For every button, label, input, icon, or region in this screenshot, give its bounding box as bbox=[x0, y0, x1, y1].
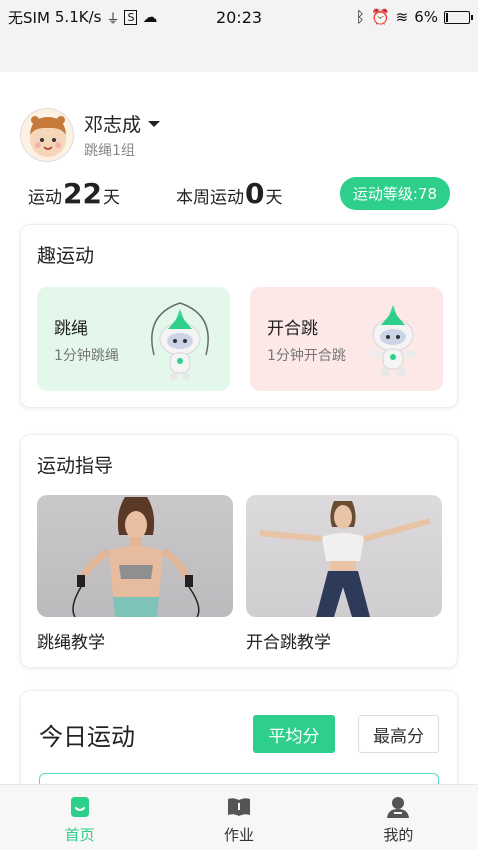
tab-homework[interactable]: 作业 bbox=[159, 785, 318, 850]
total-exercise-stat: 运动 22 天 bbox=[28, 177, 120, 210]
stats-row: 运动 22 天 本周运动 0 天 运动等级:78 bbox=[28, 176, 450, 210]
cloud-icon: ☁ bbox=[142, 8, 158, 26]
status-bar: 无SIM 5.1K/s ⏚ S ☁ 20:23 ᛒ ⏰ ≋ 6% bbox=[0, 0, 478, 34]
fun-exercise-card: 趣运动 跳绳 1分钟跳绳 开合跳 1分钟开合跳 bbox=[20, 224, 458, 408]
tab-label: 首页 bbox=[64, 826, 95, 844]
tab-mine[interactable]: 我的 bbox=[319, 785, 478, 850]
week-exercise-stat: 本周运动 0 天 bbox=[176, 177, 282, 210]
home-content: 邓志成 跳绳1组 运动 22 天 本周运动 0 天 运动等级:78 趣运动 跳绳… bbox=[0, 72, 478, 784]
exercise-guide-card: 运动指导 跳绳教学 开合跳教学 bbox=[20, 434, 458, 668]
network-speed: 5.1K/s bbox=[54, 8, 102, 26]
max-score-button[interactable]: 最高分 bbox=[358, 715, 439, 753]
chevron-down-icon[interactable] bbox=[148, 120, 161, 127]
wifi-icon: ≋ bbox=[395, 8, 409, 26]
mascot-jump-rope-icon bbox=[151, 302, 209, 380]
jump-rope-tutorial-image[interactable] bbox=[37, 495, 233, 617]
tile-title: 开合跳 bbox=[267, 319, 318, 339]
jump-rope-tutorial-label[interactable]: 跳绳教学 bbox=[37, 628, 105, 653]
exercise-guide-title: 运动指导 bbox=[37, 455, 114, 477]
fun-exercise-title: 趣运动 bbox=[37, 245, 95, 267]
home-icon bbox=[70, 797, 89, 817]
total-exercise-unit: 天 bbox=[102, 187, 120, 208]
tile-title: 跳绳 bbox=[54, 319, 88, 339]
battery-percent: 6% bbox=[414, 8, 438, 26]
today-exercise-card: 今日运动 平均分 最高分 bbox=[20, 690, 458, 784]
exercise-level-badge[interactable]: 运动等级:78 bbox=[339, 176, 450, 210]
mascot-jumping-jack-icon bbox=[369, 305, 417, 377]
today-exercise-title: 今日运动 bbox=[39, 723, 135, 751]
total-exercise-days: 22 bbox=[63, 176, 102, 210]
jumping-jack-tutorial-label[interactable]: 开合跳教学 bbox=[246, 628, 331, 653]
average-score-button[interactable]: 平均分 bbox=[253, 715, 335, 753]
usb-icon: ⏚ bbox=[106, 11, 120, 27]
tile-subtitle: 1分钟开合跳 bbox=[267, 348, 346, 364]
person-icon bbox=[387, 797, 410, 818]
jumping-jack-tutorial-image[interactable] bbox=[246, 495, 442, 617]
tab-home[interactable]: 首页 bbox=[0, 785, 159, 850]
tab-label: 作业 bbox=[223, 826, 254, 844]
bottom-tab-bar: 首页 作业 我的 bbox=[0, 784, 478, 850]
battery-icon bbox=[444, 10, 473, 24]
carrier-label: 无SIM bbox=[8, 8, 50, 27]
today-score-panel bbox=[39, 773, 439, 784]
tile-subtitle: 1分钟跳绳 bbox=[54, 348, 119, 364]
total-exercise-label: 运动 bbox=[28, 187, 62, 208]
avatar[interactable] bbox=[20, 108, 74, 162]
bluetooth-icon: ᛒ bbox=[355, 8, 365, 26]
header-spacer bbox=[0, 34, 478, 72]
user-group: 跳绳1组 bbox=[84, 143, 135, 159]
week-exercise-label: 本周运动 bbox=[175, 187, 244, 208]
week-exercise-days: 0 bbox=[244, 176, 265, 210]
profile-header[interactable]: 邓志成 跳绳1组 bbox=[20, 108, 161, 162]
notification-s-icon: S bbox=[124, 9, 138, 25]
jump-rope-tile[interactable]: 跳绳 1分钟跳绳 bbox=[37, 287, 230, 391]
week-exercise-unit: 天 bbox=[265, 187, 283, 208]
book-icon bbox=[227, 798, 250, 816]
jumping-jack-tile[interactable]: 开合跳 1分钟开合跳 bbox=[250, 287, 443, 391]
tab-label: 我的 bbox=[383, 826, 414, 844]
user-name: 邓志成 bbox=[84, 114, 142, 136]
alarm-icon: ⏰ bbox=[370, 8, 390, 26]
